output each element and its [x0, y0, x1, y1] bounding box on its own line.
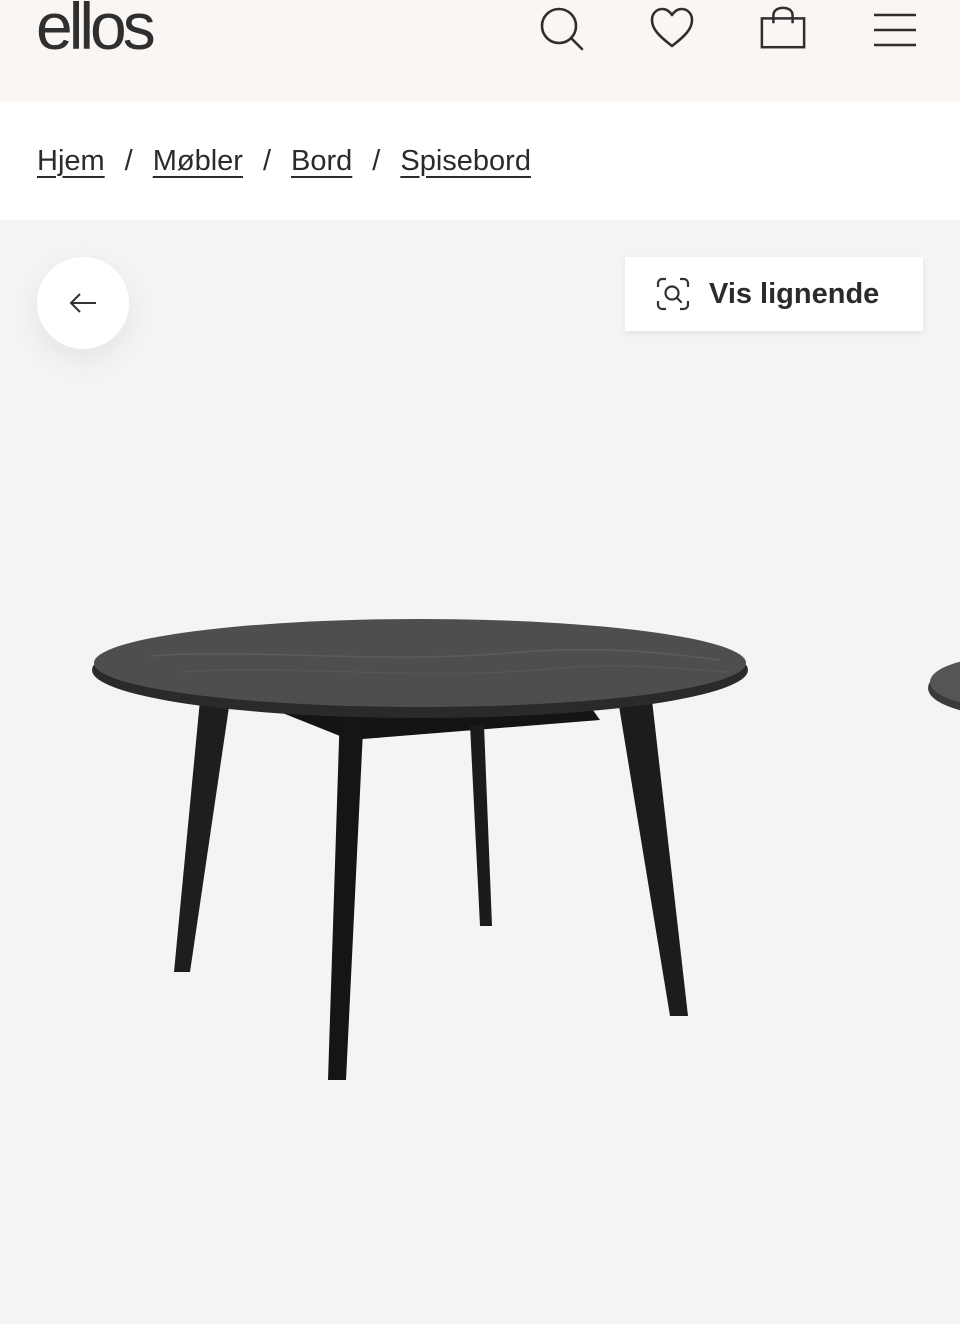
back-button[interactable] [37, 257, 129, 349]
breadcrumb-spisebord[interactable]: Spisebord [400, 145, 531, 178]
breadcrumb-mobler[interactable]: Møbler [153, 145, 243, 178]
breadcrumb-bord[interactable]: Bord [291, 145, 352, 178]
breadcrumb-hjem[interactable]: Hjem [37, 145, 105, 178]
show-similar-label: Vis lignende [709, 277, 880, 310]
site-header: ellos [0, 0, 960, 102]
breadcrumb: Hjem / Møbler / Bord / Spisebord [0, 102, 960, 220]
heart-icon[interactable] [648, 4, 696, 52]
product-image-gallery[interactable]: Vis lignende [0, 220, 960, 1324]
search-icon[interactable] [537, 4, 585, 52]
visual-search-icon [656, 277, 690, 311]
show-similar-button[interactable]: Vis lignende [625, 257, 923, 331]
breadcrumb-separator: / [262, 144, 272, 177]
breadcrumb-separator: / [372, 144, 381, 177]
bag-icon[interactable] [759, 4, 807, 52]
product-image-dining-table [92, 619, 960, 1080]
arrow-left-icon [69, 293, 96, 313]
menu-icon[interactable] [871, 4, 919, 52]
breadcrumb-separator: / [124, 144, 133, 177]
ellos-logo[interactable]: ellos [36, 0, 156, 66]
